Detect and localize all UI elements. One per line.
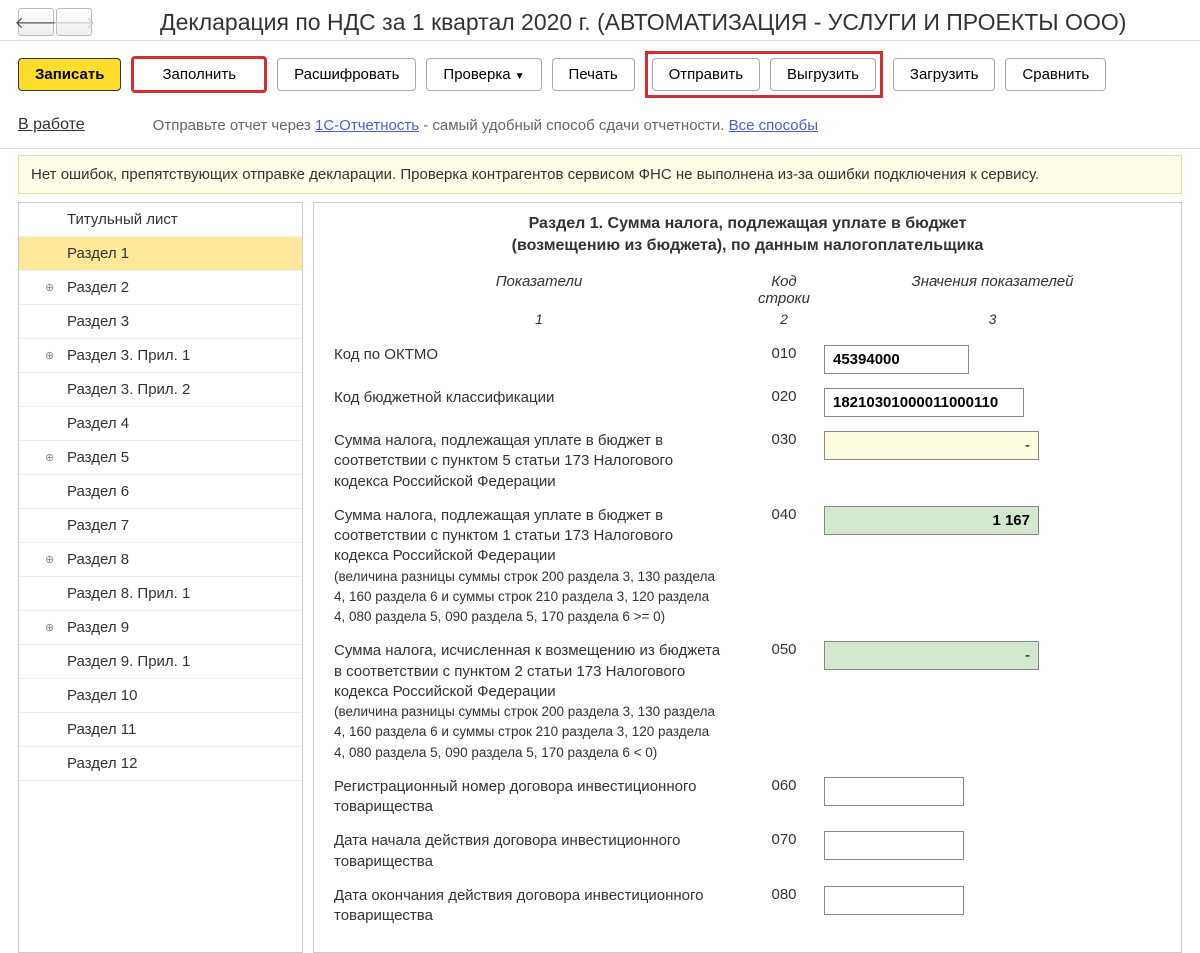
input-060[interactable] (824, 777, 964, 806)
sidebar-item-label: Раздел 9. Прил. 1 (67, 653, 190, 670)
status-state-link[interactable]: В работе (18, 116, 85, 134)
sidebar-item-10[interactable]: ⊕ Раздел 8 (19, 543, 302, 577)
code-040: 040 (744, 506, 824, 523)
input-070[interactable] (824, 831, 964, 860)
sidebar-item-label: Титульный лист (67, 211, 178, 228)
input-050[interactable] (824, 641, 1039, 670)
sidebar-item-15[interactable]: Раздел 11 (19, 713, 302, 747)
column-num-1: 1 (334, 311, 744, 327)
link-1c-reporting[interactable]: 1С-Отчетность (315, 117, 419, 134)
label-030: Сумма налога, подлежащая уплате в бюджет… (334, 431, 744, 492)
sidebar-item-label: Раздел 3 (67, 313, 129, 330)
code-020: 020 (744, 388, 824, 405)
save-button[interactable]: Записать (18, 58, 121, 91)
expand-icon[interactable]: ⊕ (45, 281, 54, 294)
check-button[interactable]: Проверка▼ (426, 58, 541, 91)
send-button[interactable]: Отправить (652, 58, 760, 91)
nav-forward-button: 🡒 (56, 8, 92, 36)
page-title: Декларация по НДС за 1 квартал 2020 г. (… (160, 9, 1126, 36)
sidebar-item-16[interactable]: Раздел 12 (19, 747, 302, 781)
link-all-methods[interactable]: Все способы (729, 117, 818, 134)
sidebar-item-label: Раздел 9 (67, 619, 129, 636)
label-020: Код бюджетной классификации (334, 388, 744, 408)
compare-button[interactable]: Сравнить (1005, 58, 1106, 91)
code-060: 060 (744, 777, 824, 794)
expand-icon[interactable]: ⊕ (45, 621, 54, 634)
sidebar-item-3[interactable]: Раздел 3 (19, 305, 302, 339)
column-header-code: Код строки (744, 273, 824, 307)
sidebar-item-5[interactable]: Раздел 3. Прил. 2 (19, 373, 302, 407)
sidebar-item-label: Раздел 2 (67, 279, 129, 296)
sidebar-item-label: Раздел 8. Прил. 1 (67, 585, 190, 602)
sidebar-item-2[interactable]: ⊕ Раздел 2 (19, 271, 302, 305)
section-subtitle: (возмещению из бюджета), по данным налог… (334, 237, 1161, 255)
sidebar-item-9[interactable]: Раздел 7 (19, 509, 302, 543)
label-080: Дата окончания действия договора инвести… (334, 886, 744, 927)
section-sidebar: Титульный лист Раздел 1 ⊕ Раздел 2 Раздел 3 ⊕… (18, 202, 303, 953)
sidebar-item-4[interactable]: ⊕ Раздел 3. Прил. 1 (19, 339, 302, 373)
input-030[interactable] (824, 431, 1039, 460)
sidebar-item-label: Раздел 5 (67, 449, 129, 466)
input-020[interactable] (824, 388, 1024, 417)
chevron-down-icon: ▼ (515, 71, 525, 82)
column-header-indicators: Показатели (334, 273, 744, 307)
code-070: 070 (744, 831, 824, 848)
sidebar-item-11[interactable]: Раздел 8. Прил. 1 (19, 577, 302, 611)
sidebar-item-8[interactable]: Раздел 6 (19, 475, 302, 509)
input-010[interactable] (824, 345, 969, 374)
sidebar-item-13[interactable]: Раздел 9. Прил. 1 (19, 645, 302, 679)
sidebar-item-7[interactable]: ⊕ Раздел 5 (19, 441, 302, 475)
label-040: Сумма налога, подлежащая уплате в бюджет… (334, 506, 744, 628)
input-040[interactable] (824, 506, 1039, 535)
sidebar-item-label: Раздел 10 (67, 687, 137, 704)
sidebar-item-label: Раздел 3. Прил. 2 (67, 381, 190, 398)
sidebar-item-0[interactable]: Титульный лист (19, 203, 302, 237)
print-button[interactable]: Печать (552, 58, 635, 91)
input-080[interactable] (824, 886, 964, 915)
sidebar-item-1[interactable]: Раздел 1 (19, 237, 302, 271)
code-080: 080 (744, 886, 824, 903)
sidebar-item-6[interactable]: Раздел 4 (19, 407, 302, 441)
main-panel: Раздел 1. Сумма налога, подлежащая уплат… (313, 202, 1182, 953)
decrypt-button[interactable]: Расшифровать (277, 58, 416, 91)
label-070: Дата начала действия договора инвестицио… (334, 831, 744, 872)
column-num-2: 2 (744, 311, 824, 327)
info-message: Нет ошибок, препятствующих отправке декл… (18, 155, 1182, 194)
status-hint: Отправьте отчет через 1С-Отчетность - са… (153, 117, 818, 134)
export-button[interactable]: Выгрузить (770, 58, 876, 91)
sidebar-item-label: Раздел 12 (67, 755, 137, 772)
sidebar-item-12[interactable]: ⊕ Раздел 9 (19, 611, 302, 645)
sidebar-item-label: Раздел 8 (67, 551, 129, 568)
section-title: Раздел 1. Сумма налога, подлежащая уплат… (334, 215, 1161, 233)
sidebar-item-14[interactable]: Раздел 10 (19, 679, 302, 713)
sidebar-item-label: Раздел 3. Прил. 1 (67, 347, 190, 364)
load-button[interactable]: Загрузить (893, 58, 996, 91)
sidebar-item-label: Раздел 7 (67, 517, 129, 534)
fill-button[interactable]: Заполнить (131, 56, 267, 93)
label-010: Код по ОКТМО (334, 345, 744, 365)
column-num-3: 3 (824, 311, 1161, 327)
label-050: Сумма налога, исчисленная к возмещению и… (334, 641, 744, 763)
code-050: 050 (744, 641, 824, 658)
sidebar-item-label: Раздел 1 (67, 245, 129, 262)
sidebar-item-label: Раздел 6 (67, 483, 129, 500)
sidebar-item-label: Раздел 4 (67, 415, 129, 432)
sidebar-item-label: Раздел 11 (67, 721, 136, 738)
column-header-values: Значения показателей (824, 273, 1161, 307)
code-030: 030 (744, 431, 824, 448)
nav-back-button[interactable]: 🡐 (18, 8, 54, 36)
label-060: Регистрационный номер договора инвестици… (334, 777, 744, 818)
code-010: 010 (744, 345, 824, 362)
expand-icon[interactable]: ⊕ (45, 451, 54, 464)
expand-icon[interactable]: ⊕ (45, 553, 54, 566)
expand-icon[interactable]: ⊕ (45, 349, 54, 362)
